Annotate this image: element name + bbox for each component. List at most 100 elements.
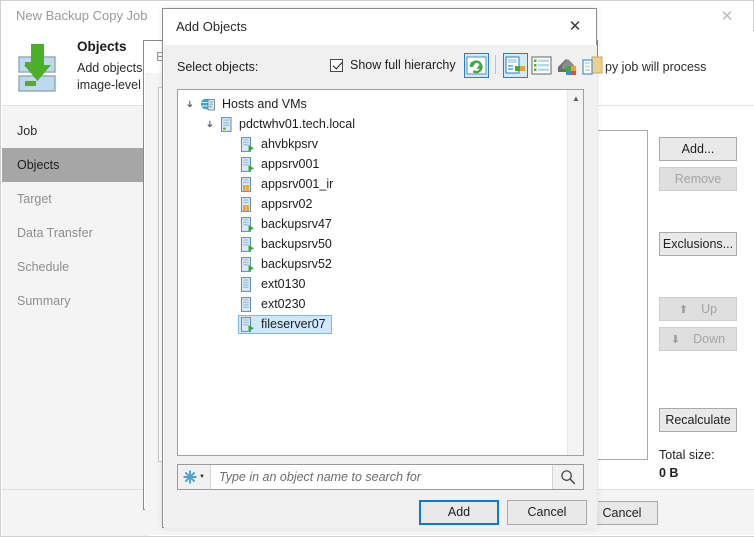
add-objects-add-button[interactable]: Add	[419, 500, 499, 525]
backup-folder-icon[interactable]	[582, 56, 603, 75]
chevron-down-icon[interactable]: ➜	[180, 96, 200, 112]
add-objects-titlebar: Add Objects ✕	[163, 9, 596, 45]
tree-node-label: fileserver07	[261, 317, 326, 331]
tree-node-hosts-and-vms[interactable]: ➜ Hosts and VMs	[182, 94, 313, 114]
objects-tree[interactable]: ▲ ➜ Hosts and VMs ➜ pdctwhv01.tech.local…	[177, 89, 584, 456]
page-title: Objects	[77, 39, 127, 54]
tree-node-label: backupsrv52	[261, 257, 332, 271]
tree-node-content: ahvbkpsrv	[238, 135, 324, 154]
tree-node-backupsrv47[interactable]: backupsrv47	[238, 214, 338, 234]
sidebar-item-job[interactable]: Job	[2, 114, 148, 148]
tree-node-label: appsrv001_ir	[261, 177, 334, 191]
tree-node-backupsrv50[interactable]: backupsrv50	[238, 234, 338, 254]
add-objects-cancel-button[interactable]: Cancel	[507, 500, 587, 525]
vm-running-icon	[240, 156, 255, 172]
tree-node-content: ext0130	[238, 275, 311, 294]
arrow-down-icon: ⬇	[670, 334, 681, 346]
vm-instant-recovery-icon	[240, 196, 255, 212]
tree-node-label: ext0230	[261, 297, 306, 311]
up-button: ⬆ Up	[659, 297, 737, 321]
vm-running-icon	[240, 216, 255, 232]
tree-node-content: backupsrv50	[238, 235, 338, 254]
main-window-title: New Backup Copy Job	[16, 8, 148, 23]
sidebar-item-schedule[interactable]: Schedule	[2, 250, 148, 284]
show-full-hierarchy-label: Show full hierarchy	[350, 58, 456, 72]
add-button[interactable]: Add...	[659, 137, 737, 161]
search-icon	[560, 469, 576, 485]
tree-node-content: appsrv02	[238, 195, 318, 214]
tree-node-backupsrv52[interactable]: backupsrv52	[238, 254, 338, 274]
vm-running-icon	[240, 256, 255, 272]
recalculate-button[interactable]: Recalculate	[659, 408, 737, 432]
tree-node-pdctwhv01[interactable]: ➜ pdctwhv01.tech.local	[202, 114, 361, 134]
tree-node-label: ahvbkpsrv	[261, 137, 318, 151]
exclusions-button[interactable]: Exclusions...	[659, 232, 737, 256]
search-scope-dropdown[interactable]: ▼	[178, 465, 211, 489]
host-server-icon	[220, 116, 233, 132]
vm-stopped-icon	[240, 276, 255, 292]
objects-download-icon	[18, 43, 72, 93]
vm-groups-icon[interactable]	[556, 56, 577, 75]
tree-node-appsrv001[interactable]: appsrv001	[238, 154, 325, 174]
up-button-label: Up	[701, 302, 718, 316]
chevron-down-icon[interactable]: ➜	[200, 116, 220, 132]
refresh-icon[interactable]	[466, 56, 487, 75]
tree-node-content: appsrv001	[238, 155, 325, 174]
close-icon[interactable]: ✕	[558, 13, 592, 39]
show-full-hierarchy-checkbox[interactable]: Show full hierarchy	[330, 58, 456, 72]
search-input[interactable]	[211, 465, 552, 489]
tree-node-label: Hosts and VMs	[222, 97, 307, 111]
toolbar-divider	[495, 55, 496, 74]
asterisk-icon	[183, 470, 197, 484]
total-size-value: 0 B	[659, 466, 679, 480]
tree-node-appsrv02[interactable]: appsrv02	[238, 194, 318, 214]
tree-node-fileserver07[interactable]: fileserver07	[238, 314, 332, 334]
wizard-sidebar: Job Objects Target Data Transfer Schedul…	[2, 106, 148, 536]
vm-running-icon	[240, 316, 255, 332]
vm-running-icon	[240, 236, 255, 252]
tree-node-content: appsrv001_ir	[238, 175, 339, 194]
hosts-and-vms-view-icon[interactable]	[505, 56, 526, 75]
tree-node-content: backupsrv52	[238, 255, 338, 274]
tree-node-content: ext0230	[238, 295, 311, 314]
tree-node-ahvbkpsrv[interactable]: ahvbkpsrv	[238, 134, 324, 154]
down-button: ⬇ Down	[659, 327, 737, 351]
search-button[interactable]	[552, 465, 583, 489]
tree-node-label: appsrv02	[261, 197, 313, 211]
vm-running-icon	[240, 136, 255, 152]
down-button-label: Down	[693, 332, 726, 346]
remove-button: Remove	[659, 167, 737, 191]
tree-scrollbar[interactable]: ▲	[567, 90, 583, 455]
tree-node-label: appsrv001	[261, 157, 320, 171]
search-bar: ▼	[177, 464, 584, 490]
tree-node-label: pdctwhv01.tech.local	[239, 117, 356, 131]
tree-node-label: ext0130	[261, 277, 306, 291]
tree-node-content: Hosts and VMs	[198, 95, 313, 114]
close-icon[interactable]: ✕	[707, 3, 747, 29]
add-objects-dialog: Add Objects ✕ Select objects: Show full …	[162, 8, 603, 528]
tree-node-ext0230[interactable]: ext0230	[238, 294, 311, 314]
select-objects-label: Select objects:	[177, 60, 259, 74]
arrow-up-icon: ⬆	[678, 304, 689, 316]
sidebar-item-target[interactable]: Target	[2, 182, 148, 216]
total-size-label: Total size:	[659, 448, 715, 462]
sidebar-item-summary[interactable]: Summary	[2, 284, 148, 318]
tree-node-appsrv001-ir[interactable]: appsrv001_ir	[238, 174, 339, 194]
tree-node-ext0130[interactable]: ext0130	[238, 274, 311, 294]
tree-node-content: pdctwhv01.tech.local	[218, 115, 361, 134]
tree-node-content: fileserver07	[238, 314, 332, 334]
tree-node-label: backupsrv47	[261, 217, 332, 231]
sidebar-item-objects[interactable]: Objects	[2, 148, 148, 182]
add-objects-body: Select objects: Show full hierarchy ▲ ➜ …	[164, 45, 603, 528]
vm-stopped-icon	[240, 296, 255, 312]
tree-node-label: backupsrv50	[261, 237, 332, 251]
sidebar-item-data-transfer[interactable]: Data Transfer	[2, 216, 148, 250]
tree-node-content: backupsrv47	[238, 215, 338, 234]
checkbox-box	[330, 58, 343, 72]
page-description-right-fragment: py job will process	[605, 60, 707, 74]
hosts-globe-icon	[200, 97, 216, 112]
add-objects-title: Add Objects	[176, 19, 247, 34]
list-view-icon[interactable]	[531, 56, 552, 75]
scroll-up-icon[interactable]: ▲	[568, 90, 583, 106]
vm-instant-recovery-icon	[240, 176, 255, 192]
